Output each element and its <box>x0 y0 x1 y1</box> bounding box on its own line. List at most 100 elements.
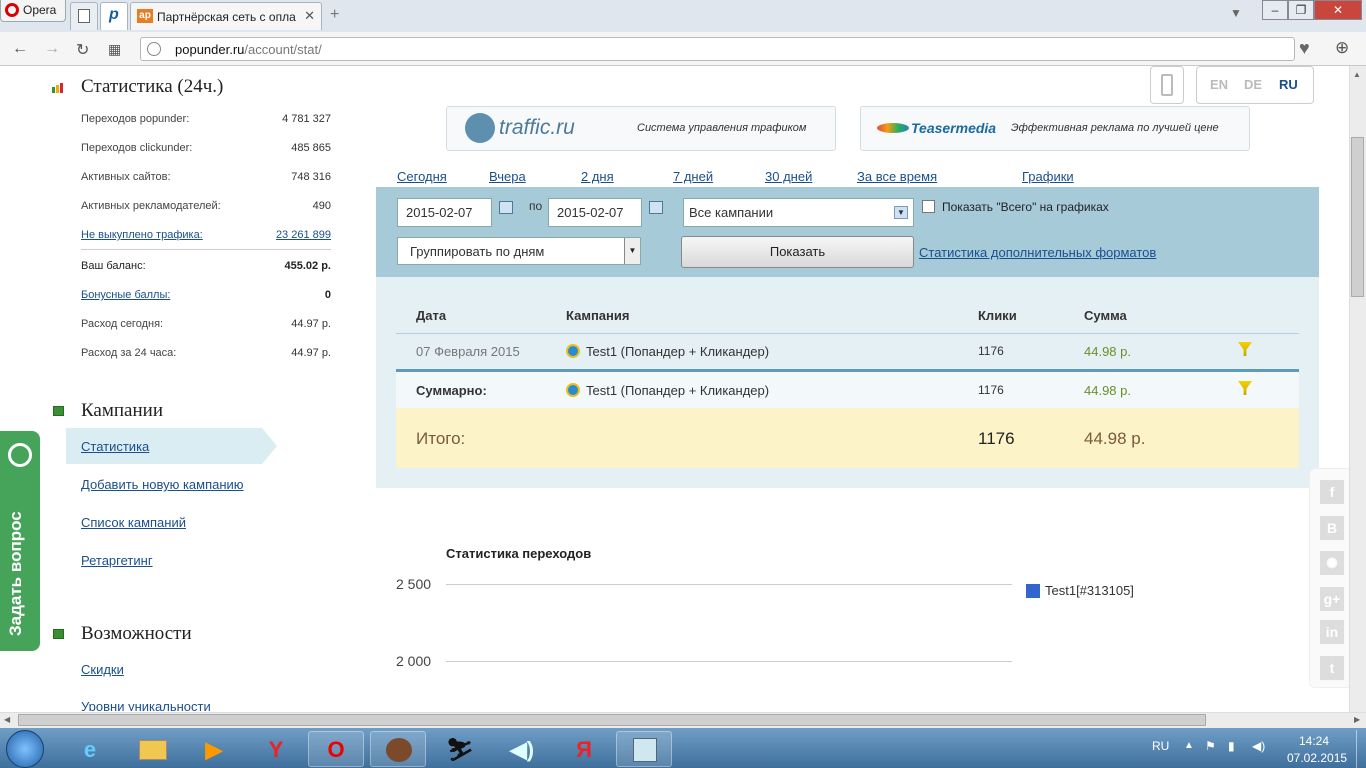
row-clicks: 1176 <box>978 344 1004 358</box>
menu-item-statistics[interactable]: Статистика <box>81 439 149 454</box>
media-player-icon[interactable]: ▶ <box>186 731 242 767</box>
facebook-icon[interactable]: f <box>1320 480 1344 504</box>
minimize-button[interactable]: – <box>1262 0 1288 20</box>
tray-language[interactable]: RU <box>1152 739 1169 753</box>
forward-icon[interactable]: → <box>44 40 60 58</box>
menu-item-uniqueness[interactable]: Уровни уникальности <box>81 699 211 711</box>
campaign-select[interactable]: Все кампании ▼ <box>683 198 914 227</box>
back-icon[interactable]: ← <box>12 40 28 58</box>
download-icon[interactable]: ⊕ <box>1335 38 1349 58</box>
menu-item-campaign-list[interactable]: Список кампаний <box>81 515 186 530</box>
tab-speed-dial[interactable] <box>70 2 98 30</box>
tray-flag-icon[interactable]: ⚑ <box>1205 739 1216 753</box>
date-from-input[interactable]: 2015-02-07 <box>397 198 492 227</box>
snowboard-app-icon[interactable]: ⛷ <box>432 731 488 767</box>
globe-icon <box>147 42 161 56</box>
lang-de[interactable]: DE <box>1244 77 1262 92</box>
yandex-browser-icon[interactable]: Y <box>248 731 304 767</box>
reload-icon[interactable]: ↻ <box>76 40 89 60</box>
stat-value: 490 <box>312 200 331 212</box>
summary-label: Суммарно: <box>416 383 487 398</box>
horizontal-scroll-thumb[interactable] <box>18 714 1206 726</box>
show-total-checkbox[interactable] <box>922 200 935 213</box>
period-today[interactable]: Сегодня <box>397 169 447 184</box>
close-tab-icon[interactable]: ✕ <box>304 8 315 24</box>
tab-pinned[interactable]: p <box>100 2 128 30</box>
tab-active[interactable]: ap Партнёрская сеть с опла ✕ <box>130 2 322 30</box>
lang-ru[interactable]: RU <box>1279 77 1298 92</box>
clock-time[interactable]: 14:24 <box>1299 734 1329 748</box>
period-all-time[interactable]: За все время <box>857 169 937 184</box>
eagle-app-icon[interactable] <box>370 731 426 767</box>
y-tick-label: 2 000 <box>396 653 432 669</box>
y-tick-label: 2 500 <box>396 576 432 592</box>
menu-active-arrow <box>262 428 277 464</box>
total-row <box>396 408 1299 468</box>
tray-expand-icon[interactable]: ▲ <box>1184 740 1194 751</box>
banner-traffic-ru[interactable]: traffic.ru Система управления трафиком <box>446 106 836 151</box>
tray-network-icon[interactable]: ▮ <box>1228 739 1235 753</box>
period-30days[interactable]: 30 дней <box>765 169 812 184</box>
balance-value: 455.02 р. <box>284 260 331 272</box>
unbought-traffic-value-link[interactable]: 23 261 899 <box>211 229 331 241</box>
scroll-up-icon[interactable]: ▲ <box>1353 70 1361 79</box>
lang-en[interactable]: EN <box>1210 77 1228 92</box>
twitter-icon[interactable]: t <box>1320 656 1344 680</box>
scroll-left-icon[interactable]: ◀ <box>4 715 10 724</box>
odnoklassniki-icon[interactable]: ✺ <box>1320 551 1344 575</box>
campaign-icon <box>566 383 580 397</box>
period-yesterday[interactable]: Вчера <box>489 169 526 184</box>
heart-icon[interactable]: ♥ <box>1299 38 1310 59</box>
chart-title: Статистика переходов <box>446 546 592 561</box>
period-charts[interactable]: Графики <box>1022 169 1074 184</box>
vkontakte-icon[interactable]: B <box>1320 516 1344 540</box>
explorer-icon[interactable] <box>124 731 180 767</box>
opera-menu-button[interactable]: Opera <box>0 0 66 22</box>
start-button[interactable] <box>6 730 44 768</box>
summary-clicks: 1176 <box>978 383 1004 397</box>
ask-question-button[interactable]: Задать вопрос <box>0 431 40 651</box>
banner-teasermedia[interactable]: Teasermedia Эффективная реклама по лучше… <box>860 106 1250 151</box>
group-select[interactable]: Группировать по дням ▼ <box>397 237 641 265</box>
tab-menu-icon[interactable]: ▼ <box>1230 6 1242 20</box>
calendar-icon[interactable] <box>649 201 663 214</box>
tray-volume-icon[interactable]: ◀) <box>1252 739 1265 753</box>
divider <box>81 249 331 250</box>
vertical-scroll-thumb[interactable] <box>1351 137 1364 297</box>
bonus-points-link[interactable]: Бонусные баллы: <box>81 289 170 301</box>
scroll-right-icon[interactable]: ▶ <box>1354 715 1360 724</box>
linkedin-icon[interactable]: in <box>1320 620 1344 644</box>
yandex-icon[interactable]: Я <box>556 731 612 767</box>
legend-swatch <box>1026 584 1040 598</box>
extra-formats-link[interactable]: Статистика дополнительных форматов <box>919 245 1156 260</box>
period-2days[interactable]: 2 дня <box>581 169 614 184</box>
date-to-input[interactable]: 2015-02-07 <box>548 198 642 227</box>
maximize-button[interactable]: ❐ <box>1288 0 1314 20</box>
menu-item-retargeting[interactable]: Ретаргетинг <box>81 553 153 568</box>
speed-dial-icon[interactable]: ▦ <box>108 41 121 58</box>
notepad-icon[interactable] <box>616 731 672 767</box>
calendar-icon[interactable] <box>499 201 513 214</box>
traffic-slogan: Система управления трафиком <box>637 122 807 134</box>
show-button[interactable]: Показать <box>681 236 914 268</box>
chat-bubble-icon <box>8 443 32 467</box>
period-7days[interactable]: 7 дней <box>673 169 713 184</box>
url-host: popunder.ru <box>175 42 245 57</box>
google-plus-icon[interactable]: g+ <box>1320 587 1344 611</box>
mobile-version-button[interactable] <box>1150 66 1184 104</box>
opera-taskbar-icon[interactable]: O <box>308 731 364 767</box>
clock-date[interactable]: 07.02.2015 <box>1287 751 1347 765</box>
close-window-button[interactable]: ✕ <box>1314 0 1362 20</box>
show-desktop-button[interactable] <box>1356 730 1366 768</box>
new-tab-icon[interactable]: + <box>330 6 339 24</box>
stat-value: 4 781 327 <box>282 113 331 125</box>
opera-logo-icon <box>5 3 19 17</box>
stat-label: Переходов clickunder: <box>81 142 193 154</box>
url-field[interactable]: popunder.ru/account/stat/ <box>140 37 1295 61</box>
sound-app-icon[interactable]: ◀) <box>494 731 550 767</box>
menu-item-discounts[interactable]: Скидки <box>81 662 124 677</box>
ie-icon[interactable]: e <box>62 731 118 767</box>
menu-item-add-campaign[interactable]: Добавить новую кампанию <box>81 477 244 492</box>
stat-label: Активных сайтов: <box>81 171 171 183</box>
unbought-traffic-link[interactable]: Не выкуплено трафика: <box>81 229 203 241</box>
